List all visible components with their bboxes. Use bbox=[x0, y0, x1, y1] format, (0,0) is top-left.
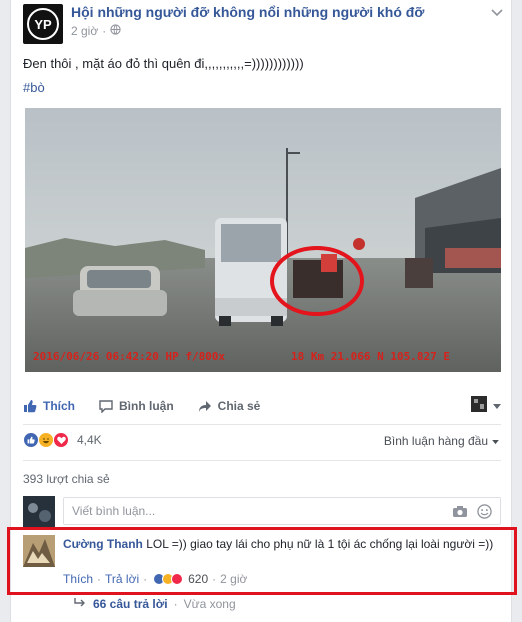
page-avatar-icon bbox=[471, 396, 487, 415]
comment-button[interactable]: Bình luận bbox=[99, 399, 174, 413]
share-label: Chia sẻ bbox=[217, 399, 261, 413]
sort-label: Bình luận hàng đầu bbox=[383, 434, 488, 448]
sort-caret-icon bbox=[492, 434, 499, 448]
replies-count: 66 câu trả lời bbox=[93, 597, 168, 611]
shares-count-link[interactable]: 393 lượt chia sẻ bbox=[23, 472, 110, 486]
comment-input[interactable] bbox=[72, 504, 432, 518]
comment-actions: Thích · Trả lời · 620 · 2 giờ bbox=[63, 572, 248, 586]
comment-reply-link[interactable]: Trả lời bbox=[105, 572, 139, 586]
post-text: Đen thôi , mặt áo đỏ thì quên đi,,,,,,,,… bbox=[23, 56, 304, 71]
hashtag-link[interactable]: #bò bbox=[23, 80, 45, 95]
view-replies-link[interactable]: 66 câu trả lời · Vừa xong bbox=[73, 597, 236, 611]
divider bbox=[23, 424, 501, 425]
video-timestamp-overlay: 2016/06/26 06:42:20 HP f/800x bbox=[33, 350, 225, 363]
post-card: YP Hội những người đỡ không nổi những ng… bbox=[7, 0, 517, 622]
love-reaction-icon bbox=[171, 573, 184, 585]
post-video[interactable]: 2016/06/26 06:42:20 HP f/800x 18 Km 21.0… bbox=[25, 108, 501, 372]
group-name-link[interactable]: Hội những người đỡ không nổi những người… bbox=[71, 4, 424, 20]
comment-label: Bình luận bbox=[119, 399, 174, 413]
reply-arrow-icon bbox=[73, 597, 87, 611]
comment-sort-dropdown[interactable]: Bình luận hàng đầu bbox=[384, 434, 499, 448]
comment-body: Cường Thanh LOL =)) giao tay lái cho phụ… bbox=[63, 536, 503, 552]
commenter-avatar[interactable] bbox=[23, 535, 55, 567]
comment-composer bbox=[63, 497, 501, 525]
commenter-name[interactable]: Cường Thanh bbox=[63, 537, 143, 551]
comment-like-link[interactable]: Thích bbox=[63, 572, 93, 586]
comment-reactions[interactable] bbox=[153, 573, 184, 585]
comment-time[interactable]: 2 giờ bbox=[220, 572, 247, 586]
share-button[interactable]: Chia sẻ bbox=[198, 399, 261, 413]
camera-icon[interactable] bbox=[452, 505, 468, 521]
replies-time: Vừa xong bbox=[183, 597, 236, 611]
like-reaction-icon bbox=[23, 432, 39, 448]
reaction-summary[interactable]: 4,4K bbox=[23, 432, 102, 448]
thumbs-up-icon bbox=[23, 399, 37, 413]
haha-reaction-icon bbox=[38, 432, 54, 448]
comment-text: LOL =)) giao tay lái cho phụ nữ là 1 tội… bbox=[146, 537, 494, 551]
post-options-chevron-icon[interactable] bbox=[491, 6, 503, 20]
like-button[interactable]: Thích bbox=[23, 399, 75, 413]
love-reaction-icon bbox=[53, 432, 69, 448]
video-gps-overlay: 18 Km 21.066 N 105.827 E bbox=[291, 350, 450, 363]
divider bbox=[23, 460, 501, 461]
comment-reaction-count: 620 bbox=[188, 572, 209, 586]
reaction-count: 4,4K bbox=[77, 433, 102, 447]
dropdown-caret-icon bbox=[493, 399, 501, 413]
comment-icon bbox=[99, 399, 113, 413]
svg-text:YP: YP bbox=[34, 17, 52, 32]
composer-avatar bbox=[23, 496, 55, 528]
post-header: YP Hội những người đỡ không nổi những ng… bbox=[23, 0, 503, 44]
post-meta: 2 giờ · bbox=[71, 24, 121, 38]
emoji-icon[interactable] bbox=[477, 504, 492, 522]
share-arrow-icon bbox=[198, 399, 212, 413]
globe-icon bbox=[110, 24, 121, 38]
post-time[interactable]: 2 giờ bbox=[71, 24, 98, 38]
post-actions: Thích Bình luận Chia sẻ bbox=[23, 392, 501, 420]
actor-selector[interactable] bbox=[471, 396, 501, 415]
like-label: Thích bbox=[43, 399, 75, 413]
group-avatar[interactable]: YP bbox=[23, 4, 63, 44]
